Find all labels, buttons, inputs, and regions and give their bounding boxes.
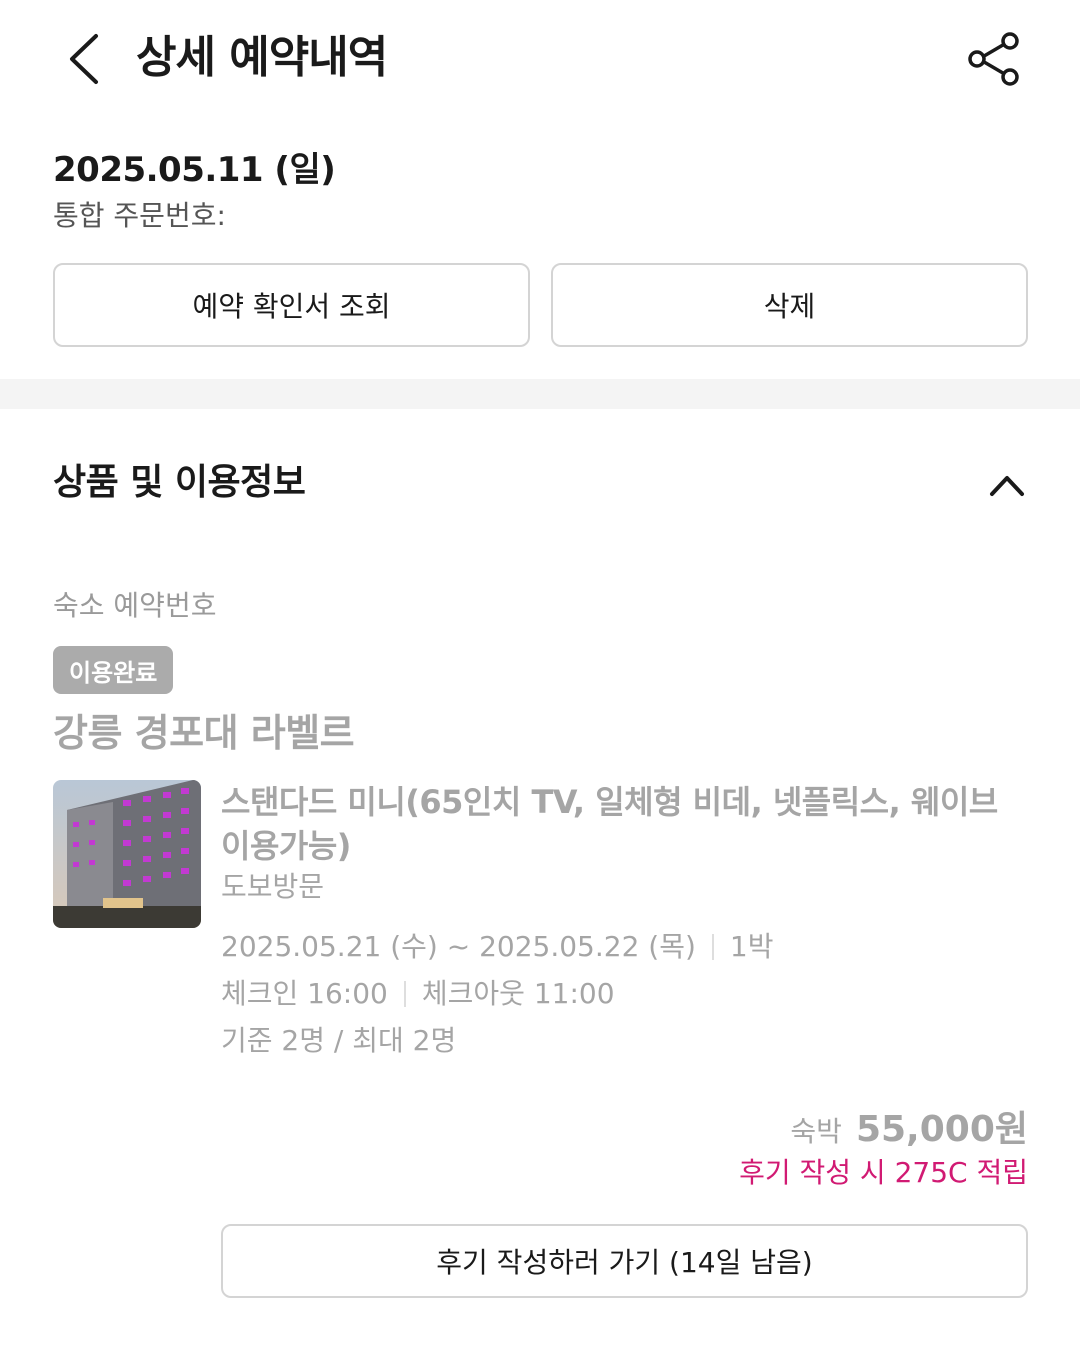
- section-title: 상품 및 이용정보: [53, 462, 306, 503]
- guest-count: 기준 2명 / 최대 2명: [221, 1024, 457, 1057]
- separator: [711, 934, 714, 960]
- order-date: 2025.05.11 (일): [53, 150, 336, 190]
- stay-nights: 1박: [729, 930, 774, 963]
- visit-type: 도보방문: [221, 870, 325, 903]
- price-value: 55,000원: [855, 1109, 1028, 1150]
- header: 상세 예약내역: [0, 0, 1080, 118]
- status-badge: 이용완료: [53, 646, 174, 694]
- back-button[interactable]: [60, 28, 110, 90]
- share-button[interactable]: [964, 28, 1026, 90]
- stay-reservation-label: 숙소 예약번호: [53, 589, 217, 622]
- page-title: 상세 예약내역: [136, 32, 388, 83]
- chevron-left-icon: [70, 34, 98, 84]
- section-divider: [0, 379, 1080, 409]
- hotel-thumbnail: [53, 780, 201, 928]
- hotel-name[interactable]: 강릉 경포대 라벨르: [53, 708, 355, 758]
- room-name: 스탠다드 미니(65인치 TV, 일체형 비데, 넷플릭스, 웨이브 이용가능): [221, 783, 998, 865]
- price-label: 숙박: [790, 1115, 842, 1148]
- write-review-button[interactable]: 후기 작성하러 가기 (14일 남음): [221, 1224, 1028, 1298]
- confirmation-button[interactable]: 예약 확인서 조회: [53, 263, 530, 347]
- checkout-time: 체크아웃 11:00: [421, 977, 615, 1010]
- collapse-button[interactable]: [980, 460, 1034, 508]
- price-row: 숙박 55,000원: [790, 1100, 1028, 1152]
- checkin-row: 체크인 16:00 체크아웃 11:00: [221, 975, 615, 1013]
- delete-button[interactable]: 삭제: [551, 263, 1028, 347]
- stay-dates: 2025.05.21 (수) ~ 2025.05.22 (목): [221, 930, 696, 963]
- separator: [403, 981, 406, 1007]
- chevron-up-icon: [990, 476, 1024, 496]
- order-number-label: 통합 주문번호:: [53, 199, 226, 232]
- stay-dates-row: 2025.05.21 (수) ~ 2025.05.22 (목) 1박: [221, 928, 774, 966]
- reward-notice: 후기 작성 시 275C 적립: [739, 1156, 1028, 1189]
- checkin-time: 체크인 16:00: [221, 977, 388, 1010]
- share-icon: [968, 32, 1019, 86]
